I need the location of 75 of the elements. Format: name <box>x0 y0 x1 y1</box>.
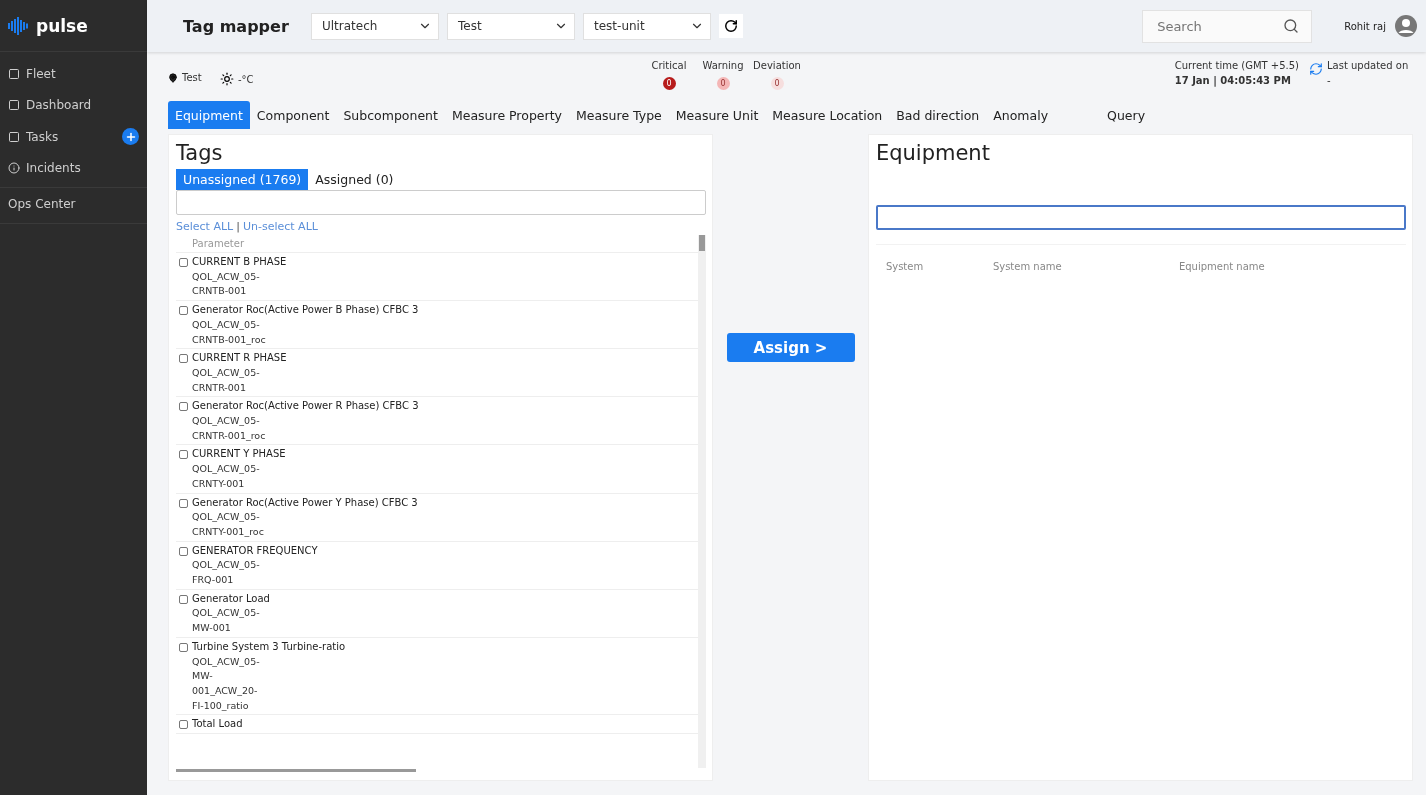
tag-code: CRNTY-001 <box>192 476 246 491</box>
tag-name: CURRENT R PHASE <box>192 352 287 364</box>
sidebar-item[interactable]: Ops Center <box>0 188 147 220</box>
sidebar-item[interactable]: Incidents <box>0 152 147 184</box>
tag-code: FRQ-001 <box>192 573 235 588</box>
tab[interactable]: Bad direction <box>889 101 987 129</box>
tag-code: QOL_ACW_05- <box>192 654 261 669</box>
severity-label: Deviation <box>753 60 801 71</box>
tab[interactable]: Measure Property <box>444 101 569 129</box>
tag-name: CURRENT Y PHASE <box>192 448 286 460</box>
column-header: System name <box>992 261 1063 272</box>
tag-code: QOL_ACW_05- <box>192 606 261 621</box>
tag-code: FI-100_ratio <box>192 698 250 713</box>
sidebar-item[interactable]: Dashboard <box>0 89 147 121</box>
tag-name: Generator Roc(Active Power B Phase) CFBC 3 <box>192 304 419 316</box>
tag-code: CRNTB-001_roc <box>192 332 267 347</box>
tag-code: QOL_ACW_05- <box>192 414 261 429</box>
search-box[interactable]: Search <box>1142 9 1313 43</box>
updated-label: Last updated on <box>1327 60 1410 71</box>
tab[interactable]: Measure Type <box>568 101 669 129</box>
tag-code: MW-001 <box>192 621 232 636</box>
sidebar-item[interactable]: Fleet <box>0 58 147 90</box>
assign-button[interactable]: Assign > <box>726 333 855 362</box>
tag-code: QOL_ACW_05- <box>192 510 261 525</box>
search-field[interactable]: Search <box>1155 17 1266 35</box>
tag-code: QOL_ACW_05- <box>192 462 261 477</box>
tab[interactable]: Measure Unit <box>668 101 766 129</box>
dropdown[interactable]: Ultratech <box>311 12 439 40</box>
tag-code: MW- <box>192 669 214 684</box>
severity-label: Warning <box>702 60 744 71</box>
tag-code: CRNTB-001 <box>192 284 248 299</box>
dropdown[interactable]: Test <box>447 12 575 40</box>
temperature: -°C <box>238 73 254 85</box>
tag-name: Turbine System 3 Turbine-ratio <box>192 640 346 652</box>
current-time: 17 Jan | 04:05:43 PM <box>1174 75 1292 86</box>
sidebar-item[interactable]: Tasks <box>0 121 147 153</box>
tab[interactable]: Unassigned (1769) <box>176 169 309 190</box>
severity-count: 0 <box>770 77 784 90</box>
updated-value: - <box>1327 75 1332 86</box>
tag-code: QOL_ACW_05- <box>192 269 261 284</box>
tag-name: Generator Roc(Active Power R Phase) CFBC 3 <box>192 400 419 412</box>
tab[interactable]: Subcomponent <box>336 101 445 129</box>
tag-code: CRNTR-001_roc <box>192 428 267 443</box>
tag-code: CRNTY-001_roc <box>192 524 265 539</box>
location: Test <box>182 72 202 83</box>
column-header: Equipment name <box>1178 261 1266 272</box>
tag-name: Generator Load <box>192 592 270 604</box>
dropdown[interactable]: test-unit <box>583 12 711 40</box>
select-all-link[interactable]: Select ALL <box>176 220 234 233</box>
tab[interactable]: Query <box>1100 101 1153 129</box>
tag-name: Total Load <box>192 718 243 730</box>
tag-code: 001_ACW_20- <box>192 684 259 698</box>
tag-code: QOL_ACW_05- <box>192 365 261 380</box>
tab[interactable]: Equipment <box>168 101 250 129</box>
column-header: Parameter <box>192 238 245 249</box>
column-header: System <box>885 261 925 272</box>
severity-count: 0 <box>716 77 730 90</box>
tag-code: QOL_ACW_05- <box>192 317 261 332</box>
severity-label: Critical <box>651 60 687 71</box>
panel-title: Tags <box>176 141 224 165</box>
panel-title: Equipment <box>875 141 991 165</box>
tab[interactable]: Measure Location <box>765 101 890 129</box>
tag-name: CURRENT B PHASE <box>192 256 287 267</box>
tag-name: Generator Roc(Active Power Y Phase) CFBC 3 <box>192 496 418 508</box>
tag-code: QOL_ACW_05- <box>192 558 261 573</box>
severity-count: 0 <box>662 77 676 90</box>
tab[interactable]: Anomaly <box>986 101 1056 129</box>
tag-name: GENERATOR FREQUENCY <box>192 544 318 556</box>
tag-code: CRNTR-001 <box>192 380 247 395</box>
page-title: Tag mapper <box>183 16 290 36</box>
separator: | <box>236 220 240 233</box>
tab[interactable]: Component <box>249 101 337 129</box>
time-label: Current time (GMT +5.5) <box>1174 60 1299 71</box>
brand-name: pulse <box>36 15 88 36</box>
user-name: Rohit raj <box>1344 20 1386 32</box>
